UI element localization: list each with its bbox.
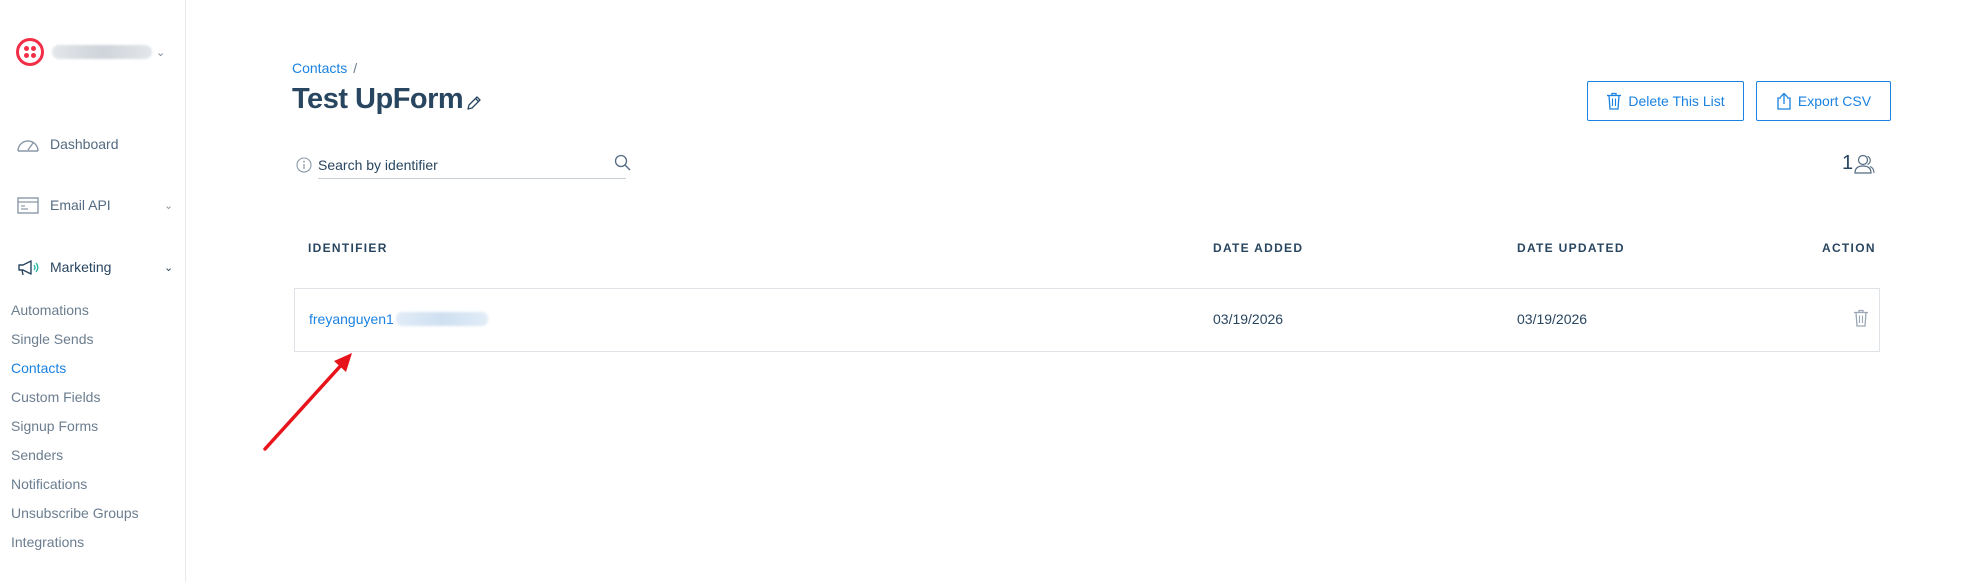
nav-marketing[interactable]: Marketing ⌄ xyxy=(16,256,173,278)
search-icon[interactable] xyxy=(614,154,631,171)
breadcrumb-contacts-link[interactable]: Contacts xyxy=(292,60,347,76)
column-header-identifier: IDENTIFIER xyxy=(308,241,388,255)
delete-list-label: Delete This List xyxy=(1628,93,1725,109)
nav-email-api-label: Email API xyxy=(50,197,111,213)
breadcrumb: Contacts / xyxy=(292,60,357,76)
column-header-date-updated: DATE UPDATED xyxy=(1517,241,1625,255)
pencil-edit-icon[interactable] xyxy=(465,94,483,112)
account-name-redacted xyxy=(52,45,152,59)
delete-list-button[interactable]: Delete This List xyxy=(1587,81,1744,121)
megaphone-icon xyxy=(18,260,39,276)
breadcrumb-separator: / xyxy=(353,60,358,76)
sidebar-item-custom-fields[interactable]: Custom Fields xyxy=(11,389,100,405)
date-updated-cell: 03/19/2026 xyxy=(1517,311,1588,327)
sidebar-item-unsubscribe-groups[interactable]: Unsubscribe Groups xyxy=(11,505,139,521)
export-csv-button[interactable]: Export CSV xyxy=(1756,81,1891,121)
nav-marketing-label: Marketing xyxy=(50,259,112,275)
identifier-redacted xyxy=(395,312,488,326)
annotation-arrow-icon xyxy=(263,353,352,451)
sidebar: ⌄ Dashboard Email API ⌄ Marketing ⌄ Auto… xyxy=(0,0,186,582)
sidebar-item-integrations[interactable]: Integrations xyxy=(11,534,84,550)
email-api-icon xyxy=(17,197,39,214)
account-switcher[interactable]: ⌄ xyxy=(16,38,165,66)
dashboard-gauge-icon xyxy=(17,140,39,152)
column-header-date-added: DATE ADDED xyxy=(1213,241,1304,255)
export-upload-icon xyxy=(1777,92,1791,110)
chevron-down-icon: ⌄ xyxy=(156,46,166,59)
delete-contact-trash-icon[interactable] xyxy=(1853,309,1869,327)
sidebar-item-notifications[interactable]: Notifications xyxy=(11,476,87,492)
page-title: Test UpForm xyxy=(292,83,464,115)
contact-count: 1 xyxy=(1842,152,1875,175)
sidebar-item-automations[interactable]: Automations xyxy=(11,302,89,318)
column-header-action: ACTION xyxy=(1822,241,1876,255)
export-csv-label: Export CSV xyxy=(1797,93,1872,109)
search-bar xyxy=(296,152,632,179)
table-row: freyanguyen1 03/19/2026 03/19/2026 xyxy=(294,288,1880,352)
contact-count-value: 1 xyxy=(1842,152,1854,174)
nav-email-api[interactable]: Email API ⌄ xyxy=(16,194,173,216)
chevron-down-icon: ⌄ xyxy=(164,261,174,274)
sidebar-item-signup-forms[interactable]: Signup Forms xyxy=(11,418,98,434)
nav-dashboard-label: Dashboard xyxy=(50,136,119,152)
sidebar-item-senders[interactable]: Senders xyxy=(11,447,63,463)
contacts-people-icon xyxy=(1854,154,1875,174)
date-added-cell: 03/19/2026 xyxy=(1213,311,1284,327)
chevron-down-icon: ⌄ xyxy=(164,199,174,212)
page-title-container: Test UpForm xyxy=(292,83,483,116)
search-input[interactable] xyxy=(318,155,626,179)
info-icon[interactable] xyxy=(296,157,312,173)
trash-icon xyxy=(1607,92,1622,110)
contact-identifier-link[interactable]: freyanguyen1 xyxy=(309,311,488,327)
sidebar-item-single-sends[interactable]: Single Sends xyxy=(11,331,94,347)
twilio-logo-icon xyxy=(16,38,44,66)
contact-identifier: freyanguyen1 xyxy=(309,311,394,327)
sidebar-item-contacts[interactable]: Contacts xyxy=(11,360,66,376)
nav-dashboard[interactable]: Dashboard xyxy=(16,133,119,155)
